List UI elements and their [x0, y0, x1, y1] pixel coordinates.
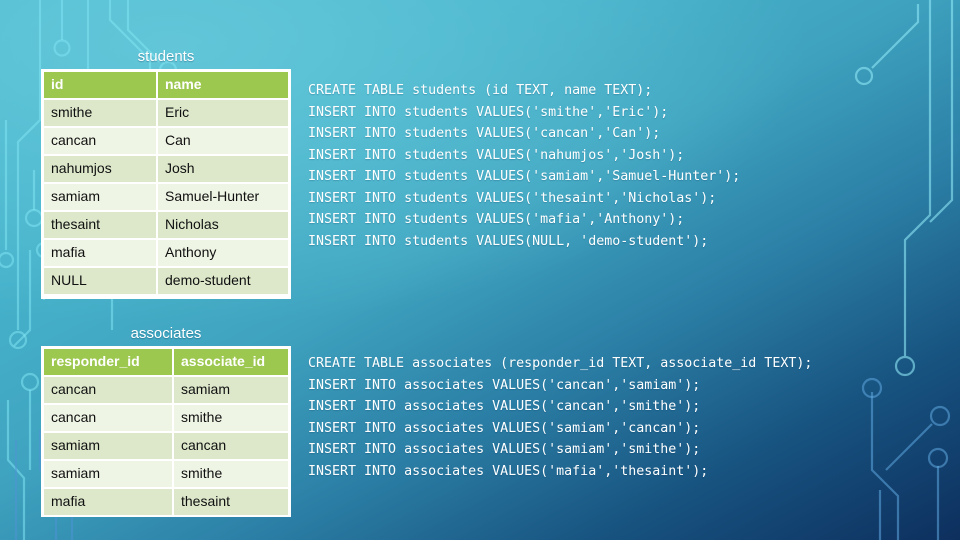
- cell-name: Eric: [158, 100, 288, 128]
- cell-name: Samuel-Hunter: [158, 184, 288, 212]
- table-row: samiam cancan: [44, 433, 288, 461]
- table-row: NULL demo-student: [44, 268, 288, 296]
- table-row: cancan Can: [44, 128, 288, 156]
- column-header-associate-id: associate_id: [174, 349, 288, 377]
- column-header-name: name: [158, 72, 288, 100]
- table-row: nahumjos Josh: [44, 156, 288, 184]
- cell-responder-id: samiam: [44, 461, 174, 489]
- cell-responder-id: mafia: [44, 489, 174, 517]
- cell-associate-id: samiam: [174, 377, 288, 405]
- cell-name: Josh: [158, 156, 288, 184]
- cell-associate-id: smithe: [174, 461, 288, 489]
- cell-name: demo-student: [158, 268, 288, 296]
- cell-name: Anthony: [158, 240, 288, 268]
- cell-id: cancan: [44, 128, 158, 156]
- table-header-row: id name: [44, 72, 288, 100]
- associates-table-caption: associates: [130, 325, 202, 342]
- cell-id: mafia: [44, 240, 158, 268]
- cell-id: smithe: [44, 100, 158, 128]
- table-row: mafia Anthony: [44, 240, 288, 268]
- cell-responder-id: cancan: [44, 377, 174, 405]
- associates-table-frame: responder_id associate_id cancan samiam …: [41, 346, 291, 517]
- table-row: cancan samiam: [44, 377, 288, 405]
- students-table-frame: id name smithe Eric cancan Can nahumjos: [41, 69, 291, 299]
- cell-associate-id: thesaint: [174, 489, 288, 517]
- table-row: mafia thesaint: [44, 489, 288, 517]
- associates-sql-listing: CREATE TABLE associates (responder_id TE…: [308, 356, 813, 479]
- cell-name: Can: [158, 128, 288, 156]
- table-row: smithe Eric: [44, 100, 288, 128]
- column-header-responder-id: responder_id: [44, 349, 174, 377]
- cell-associate-id: cancan: [174, 433, 288, 461]
- students-table-body: smithe Eric cancan Can nahumjos Josh sam…: [44, 100, 288, 296]
- cell-associate-id: smithe: [174, 405, 288, 433]
- students-table: id name smithe Eric cancan Can nahumjos: [44, 72, 288, 296]
- table-row: cancan smithe: [44, 405, 288, 433]
- students-table-caption: students: [137, 48, 195, 65]
- associates-table-body: cancan samiam cancan smithe samiam canca…: [44, 377, 288, 517]
- associates-table-block: associates responder_id associate_id can…: [41, 325, 291, 517]
- table-row: thesaint Nicholas: [44, 212, 288, 240]
- students-table-block: students id name smithe Eric cancan Can …: [41, 48, 291, 299]
- table-header-row: responder_id associate_id: [44, 349, 288, 377]
- cell-responder-id: samiam: [44, 433, 174, 461]
- cell-id: NULL: [44, 268, 158, 296]
- table-row: samiam Samuel-Hunter: [44, 184, 288, 212]
- students-sql-listing: CREATE TABLE students (id TEXT, name TEX…: [308, 83, 741, 249]
- slide-canvas: students id name smithe Eric cancan Can …: [0, 0, 960, 540]
- cell-id: samiam: [44, 184, 158, 212]
- column-header-id: id: [44, 72, 158, 100]
- cell-name: Nicholas: [158, 212, 288, 240]
- cell-id: nahumjos: [44, 156, 158, 184]
- cell-responder-id: cancan: [44, 405, 174, 433]
- associates-table: responder_id associate_id cancan samiam …: [44, 349, 288, 517]
- cell-id: thesaint: [44, 212, 158, 240]
- table-row: samiam smithe: [44, 461, 288, 489]
